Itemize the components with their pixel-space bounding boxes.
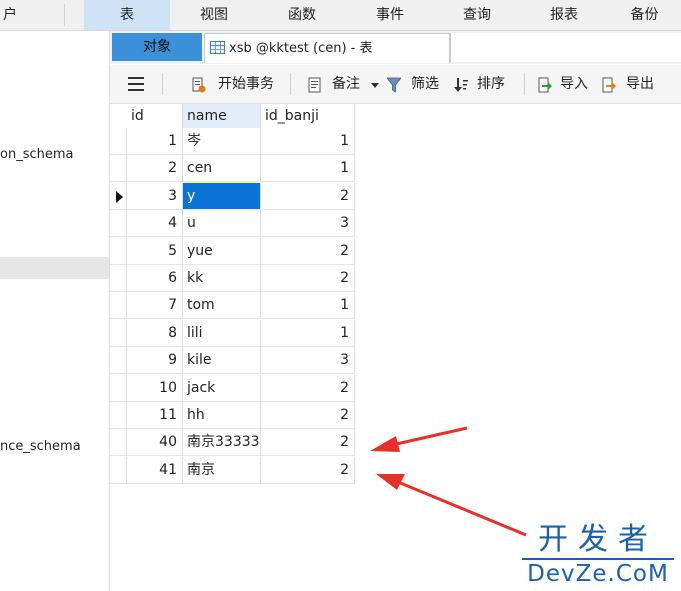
- tab-table-label: xsb @kktest (cen) - 表: [229, 41, 373, 56]
- annotation-arrow-lower: [376, 474, 527, 537]
- row-marker[interactable]: [110, 210, 127, 238]
- cell-id-banji[interactable]: 1: [261, 292, 355, 320]
- menu-item-view[interactable]: 视图: [170, 0, 258, 30]
- annotation-arrow-upper: [370, 426, 468, 452]
- filter-button[interactable]: 筛选: [411, 74, 439, 94]
- row-marker[interactable]: [110, 265, 127, 292]
- cell-id[interactable]: 6: [127, 265, 183, 292]
- cell-name[interactable]: lili: [183, 319, 261, 347]
- menu-item-report[interactable]: 报表: [520, 0, 608, 30]
- table-icon: [210, 41, 225, 54]
- column-header-id-banji[interactable]: id_banji: [261, 104, 355, 128]
- cell-id-banji[interactable]: 3: [261, 347, 355, 375]
- tab-table-xsb[interactable]: xsb @kktest (cen) - 表: [204, 33, 450, 63]
- note-button[interactable]: 备注: [332, 74, 360, 94]
- import-icon: [538, 77, 552, 93]
- tab-bar: 对象 xsb @kktest (cen) - 表: [110, 31, 681, 64]
- row-marker[interactable]: [110, 402, 127, 429]
- cell-name[interactable]: y: [183, 182, 261, 210]
- row-marker[interactable]: [110, 347, 127, 375]
- nav-selected-row[interactable]: [0, 257, 109, 279]
- nav-item-schema-2[interactable]: nce_schema: [0, 439, 81, 454]
- cell-id-banji[interactable]: 1: [261, 155, 355, 183]
- cell-name[interactable]: u: [183, 210, 261, 238]
- cell-id-banji[interactable]: 2: [261, 456, 355, 484]
- menu-item-table[interactable]: 表: [84, 0, 170, 30]
- cell-id[interactable]: 41: [127, 456, 183, 484]
- transaction-icon: [192, 77, 206, 93]
- watermark-logo: 开发者 DevZe.CoM: [522, 524, 674, 588]
- cell-id-banji[interactable]: 2: [261, 429, 355, 457]
- cell-id[interactable]: 3: [127, 182, 183, 210]
- nav-item-schema[interactable]: on_schema: [0, 147, 73, 162]
- menu-item-query[interactable]: 查询: [434, 0, 520, 30]
- row-marker[interactable]: [110, 237, 127, 265]
- navigation-pane: on_schema nce_schema: [0, 31, 110, 591]
- cell-name[interactable]: yue: [183, 237, 261, 265]
- menu-item-function[interactable]: 函数: [258, 0, 346, 30]
- cell-id-banji[interactable]: 1: [261, 128, 355, 155]
- watermark-cn: 开发者: [522, 524, 674, 560]
- chevron-down-icon[interactable]: [371, 83, 379, 88]
- cell-id[interactable]: 5: [127, 237, 183, 265]
- cell-id[interactable]: 7: [127, 292, 183, 320]
- column-header-name[interactable]: name: [183, 104, 261, 128]
- cell-name[interactable]: 南京33333: [183, 429, 261, 457]
- cell-id[interactable]: 1: [127, 128, 183, 155]
- cell-name[interactable]: kk: [183, 265, 261, 292]
- tab-objects[interactable]: 对象: [112, 33, 202, 61]
- note-icon: [308, 77, 321, 93]
- menu-item-user[interactable]: 户: [0, 0, 20, 30]
- cell-name[interactable]: tom: [183, 292, 261, 320]
- table-toolbar: 开始事务 备注 筛选 排序 导入 导出: [110, 65, 681, 104]
- toolbar-separator: [162, 73, 163, 95]
- cell-name[interactable]: 南京: [183, 456, 261, 484]
- column-header-id[interactable]: id: [127, 104, 183, 128]
- row-marker[interactable]: [110, 374, 127, 402]
- cell-id-banji[interactable]: 2: [261, 237, 355, 265]
- row-marker[interactable]: [110, 182, 127, 210]
- sort-button[interactable]: 排序: [477, 74, 505, 94]
- cell-id-banji[interactable]: 2: [261, 265, 355, 292]
- menu-icon[interactable]: [128, 77, 144, 91]
- row-marker[interactable]: [110, 292, 127, 320]
- cell-id[interactable]: 11: [127, 402, 183, 429]
- filter-icon: [387, 77, 401, 93]
- row-pointer-icon: [116, 190, 123, 203]
- cell-id[interactable]: 4: [127, 210, 183, 238]
- import-button[interactable]: 导入: [560, 74, 588, 94]
- cell-id[interactable]: 9: [127, 347, 183, 375]
- cell-name[interactable]: jack: [183, 374, 261, 402]
- toolbar-separator: [524, 73, 525, 95]
- cell-id-banji[interactable]: 2: [261, 182, 355, 210]
- cell-id-banji[interactable]: 3: [261, 210, 355, 238]
- row-marker[interactable]: [110, 319, 127, 347]
- cell-id-banji[interactable]: 1: [261, 319, 355, 347]
- cell-id[interactable]: 10: [127, 374, 183, 402]
- watermark-en: DevZe.CoM: [527, 561, 669, 587]
- row-marker[interactable]: [110, 128, 127, 155]
- cell-name[interactable]: 岑: [183, 128, 261, 155]
- row-marker[interactable]: [110, 456, 127, 484]
- toolbar-separator: [290, 73, 291, 95]
- menu-item-backup[interactable]: 备份: [608, 0, 681, 30]
- menu-separator: [64, 4, 65, 26]
- cell-name[interactable]: hh: [183, 402, 261, 429]
- menu-item-event[interactable]: 事件: [346, 0, 434, 30]
- menu-bar: 户 表 视图 函数 事件 查询 报表 备份: [0, 0, 681, 31]
- row-marker[interactable]: [110, 155, 127, 183]
- tab-bar-empty: [450, 33, 681, 62]
- cell-id[interactable]: 2: [127, 155, 183, 183]
- row-marker[interactable]: [110, 429, 127, 457]
- cell-name[interactable]: kile: [183, 347, 261, 375]
- begin-transaction-button[interactable]: 开始事务: [218, 74, 274, 94]
- sort-icon: [454, 78, 468, 92]
- cell-name[interactable]: cen: [183, 155, 261, 183]
- export-icon: [602, 77, 616, 93]
- export-button[interactable]: 导出: [626, 74, 654, 94]
- cell-id[interactable]: 8: [127, 319, 183, 347]
- cell-id[interactable]: 40: [127, 429, 183, 457]
- cell-id-banji[interactable]: 2: [261, 402, 355, 429]
- cell-id-banji[interactable]: 2: [261, 374, 355, 402]
